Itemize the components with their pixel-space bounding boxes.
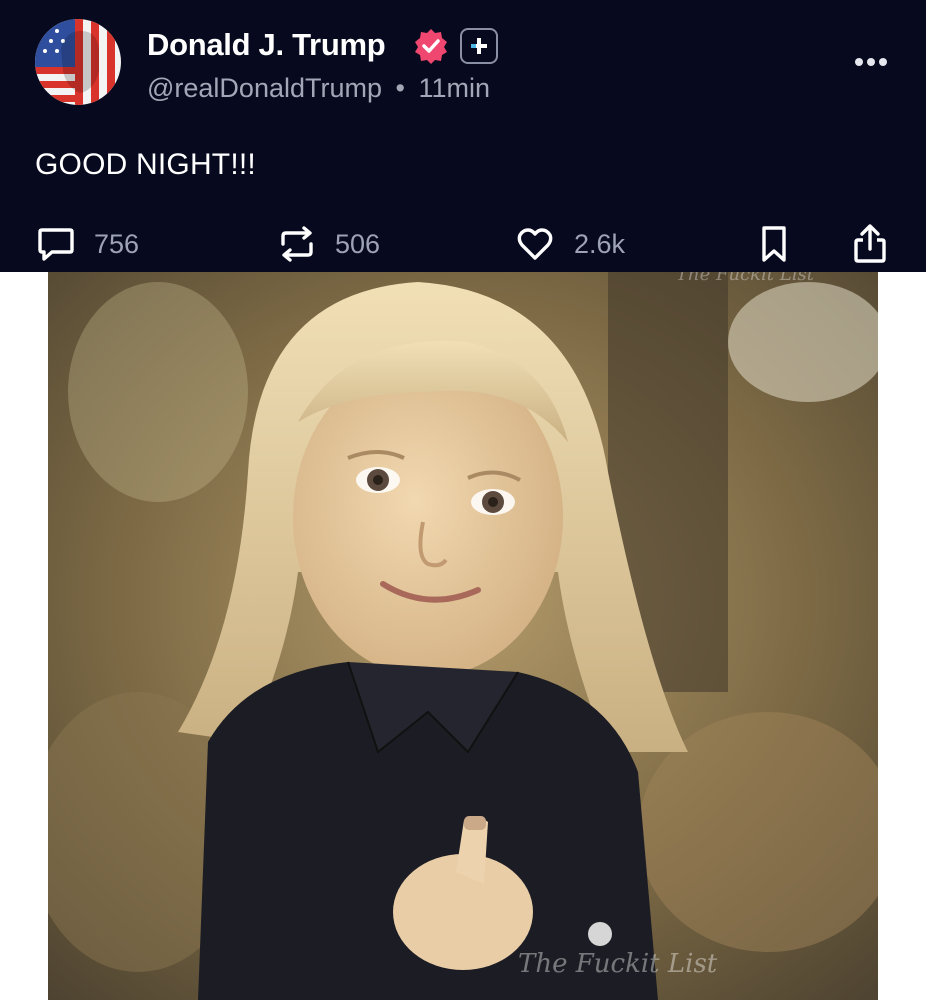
heart-icon <box>517 228 553 260</box>
reply-count: 756 <box>94 228 140 259</box>
watermark-bottom: The Fuckit List <box>518 949 718 979</box>
meta-separator: • <box>395 73 405 103</box>
handle[interactable]: @realDonaldTrump <box>147 73 382 103</box>
post-text: GOOD NIGHT!!! <box>35 148 256 181</box>
reply-button[interactable]: 756 <box>36 222 139 266</box>
reply-icon <box>38 228 74 261</box>
share-icon <box>854 224 886 263</box>
like-count: 2.6k <box>574 228 626 259</box>
bookmark-icon <box>762 226 786 262</box>
watermark-top: The Fuckit List <box>676 272 815 285</box>
author-meta: @realDonaldTrump • 11min <box>147 73 490 104</box>
like-button[interactable]: 2.6k <box>516 222 625 266</box>
post-image[interactable]: The Fuckit List The Fuckit List <box>48 272 878 1000</box>
retruth-count: 506 <box>335 228 381 259</box>
share-button[interactable] <box>852 222 888 266</box>
retruth-button[interactable]: 506 <box>275 222 380 266</box>
subscribe-plus-icon[interactable] <box>460 28 498 64</box>
timestamp[interactable]: 11min <box>418 73 490 103</box>
post-photo: The Fuckit List The Fuckit List <box>48 272 878 1000</box>
retruth-icon <box>281 226 313 262</box>
flag-face-avatar-icon <box>35 19 121 105</box>
post-header: Donald J. Trump @realDonaldTrump • 11min… <box>0 0 926 272</box>
display-name[interactable]: Donald J. Trump <box>147 27 386 63</box>
bookmark-button[interactable] <box>759 222 789 266</box>
more-options-icon[interactable] <box>851 48 891 76</box>
verified-badge-icon <box>415 29 447 64</box>
avatar[interactable] <box>35 19 121 105</box>
